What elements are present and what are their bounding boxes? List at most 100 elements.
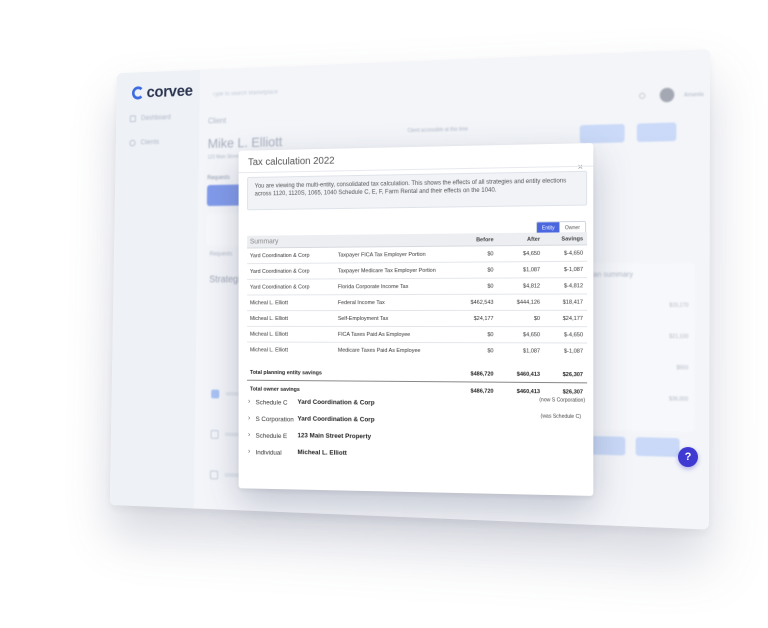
row-after: $4,812 (523, 283, 541, 290)
tax-calculation-modal: Tax calculation 2022 × You are viewing t… (238, 143, 594, 496)
row-entity: Yard Coordination & Corp (249, 252, 310, 260)
sidebar-item-label: Clients (140, 139, 160, 147)
logo[interactable]: corvee (131, 81, 193, 102)
page-heading: Client (208, 116, 227, 126)
row-after: $4,650 (523, 332, 541, 339)
row-item: Taxpayer Medicare Tax Employer Portion (337, 267, 436, 275)
row-savings: $-4,650 (563, 250, 584, 257)
total-label: Total planning entity savings (249, 369, 322, 377)
total-savings: $26,307 (562, 371, 584, 379)
client-name: Mike L. Elliott (207, 133, 283, 151)
row-after: $4,650 (523, 250, 541, 258)
sidebar-item-dashboard[interactable]: Dashboard (129, 114, 171, 123)
strategy-checkbox[interactable] (211, 389, 220, 399)
tab-requests[interactable]: Requests (210, 252, 233, 258)
help-button[interactable]: ? (678, 447, 698, 467)
row-savings: $18,417 (562, 299, 584, 306)
plan-summary-panel: Plan summary $15,170 $21,100 $550 $36,00… (580, 263, 695, 433)
row-before: $0 (487, 332, 494, 339)
after-header: After (527, 236, 541, 243)
chevron-right-icon[interactable]: › (248, 398, 250, 405)
row-item: Taxpayer FICA Tax Employer Portion (337, 251, 426, 259)
total-label: Total owner savings (249, 386, 300, 393)
total-after: $460,413 (516, 388, 541, 396)
add-button[interactable] (636, 122, 677, 143)
row-item: Florida Corporate Income Tax (337, 284, 409, 291)
table-row: Micheal L. Elliott FICA Taxes Paid As Em… (247, 326, 588, 344)
edit-client-button[interactable] (579, 123, 625, 144)
panel-value: $21,100 (669, 333, 689, 341)
client-address: 123 Main Street (207, 153, 239, 161)
total-before: $486,720 (470, 388, 494, 395)
plan-summary-title: Plan summary (587, 271, 633, 279)
row-entity: Micheal L. Elliott (249, 331, 288, 338)
strategy-checkbox[interactable] (210, 470, 219, 480)
sidebar-item-label: Dashboard (140, 114, 171, 122)
modal-panel: Tax calculation 2022 × You are viewing t… (238, 143, 594, 496)
summary-header: Summary (249, 238, 279, 246)
entity-type: Schedule C (255, 399, 288, 407)
row-after: $444,126 (516, 299, 541, 306)
sidebar: corvee Dashboard Clients (109, 69, 201, 509)
row-entity: Micheal L. Elliott (249, 347, 288, 354)
entity-name: Yard Coordination & Corp (297, 415, 375, 424)
info-notice: You are viewing the multi-entity, consol… (247, 170, 588, 211)
sidebar-item-clients[interactable]: Clients (129, 139, 160, 147)
row-before: $0 (487, 348, 494, 355)
dashboard-icon (129, 115, 136, 123)
panel-value: $36,000 (669, 396, 689, 403)
row-item: Federal Income Tax (337, 300, 385, 307)
row-entity: Yard Coordination & Corp (249, 268, 310, 275)
table-row: Micheal L. Elliott Medicare Taxes Paid A… (247, 343, 587, 360)
row-before: $0 (487, 283, 494, 290)
row-savings: $-1,087 (563, 266, 584, 274)
row-entity: Micheal L. Elliott (249, 316, 288, 322)
requests-label: Requests (207, 175, 230, 182)
savings-header: Savings (561, 236, 584, 243)
strategy-checkbox[interactable] (210, 429, 219, 439)
logo-text: corvee (146, 81, 193, 102)
chevron-right-icon[interactable]: › (248, 432, 250, 439)
row-before: $462,543 (470, 299, 494, 306)
clients-icon (129, 139, 136, 147)
before-header: Before (476, 237, 494, 244)
row-after: $0 (533, 315, 541, 323)
row-savings: $-1,087 (563, 348, 584, 355)
chevron-right-icon[interactable]: › (248, 448, 250, 455)
tax-table: Summary Before After Savings Yard Coordi… (247, 232, 588, 401)
total-after: $460,413 (516, 371, 541, 378)
row-item: Self-Employment Tax (337, 316, 389, 322)
entity-note: (was Schedule C) (540, 413, 581, 421)
chevron-right-icon[interactable]: › (248, 415, 250, 422)
panel-value: $550 (676, 365, 689, 372)
row-savings: $-4,650 (563, 332, 584, 339)
table-row: Yard Coordination & Corp Taxpayer Medica… (247, 261, 588, 280)
row-savings: $24,177 (562, 315, 584, 323)
entity-name: 123 Main Street Property (297, 432, 372, 441)
entity-type: Individual (255, 449, 282, 457)
table-row: Yard Coordination & Corp Florida Corpora… (247, 278, 588, 296)
row-before: $0 (487, 251, 494, 258)
entity-name: Micheal L. Elliott (297, 449, 347, 457)
entity-breakdown: › Schedule C Yard Coordination & Corp (n… (248, 395, 585, 468)
access-text: Client accessible at this time (407, 126, 469, 135)
table-row: Micheal L. Elliott Federal Income Tax $4… (247, 294, 588, 312)
row-item: FICA Taxes Paid As Employee (337, 331, 411, 338)
entity-name: Yard Coordination & Corp (297, 398, 375, 407)
panel-value: $15,170 (669, 302, 689, 309)
row-item: Medicare Taxes Paid As Employee (337, 347, 421, 355)
entity-type: Schedule E (255, 432, 288, 441)
entity-note: (now S Corporation) (539, 397, 586, 404)
row-before: $24,177 (473, 315, 494, 323)
total-before: $486,720 (470, 371, 494, 378)
search-input[interactable]: Type to search Marketplace (212, 90, 278, 98)
view-plan-button[interactable] (635, 437, 680, 458)
row-entity: Micheal L. Elliott (249, 300, 288, 307)
row-entity: Yard Coordination & Corp (249, 284, 310, 291)
row-after: $1,087 (523, 267, 541, 274)
row-savings: $-4,812 (563, 283, 584, 290)
entity-type: S Corporation (255, 416, 294, 424)
table-row: Micheal L. Elliott Self-Employment Tax $… (247, 310, 588, 328)
total-savings: $26,307 (562, 389, 584, 396)
logo-icon (131, 86, 145, 100)
